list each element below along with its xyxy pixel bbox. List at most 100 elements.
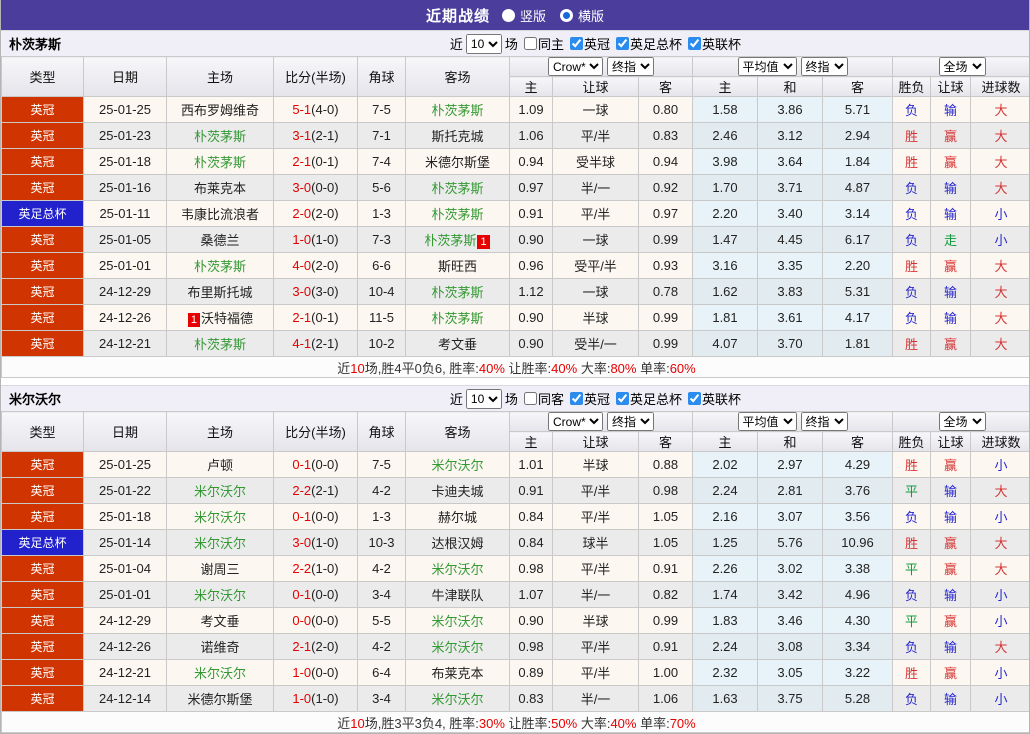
- scope-select[interactable]: 全场: [938, 57, 986, 76]
- competition-checkbox-label[interactable]: 英足总杯: [630, 34, 682, 53]
- avg-away-cell: 3.76: [821, 477, 894, 504]
- corners-cell: 7-1: [357, 122, 406, 149]
- away-team-cell: 朴茨茅斯: [405, 200, 510, 227]
- avg-home-cell: 1.70: [692, 174, 758, 201]
- competition-checkbox-1[interactable]: [615, 37, 629, 50]
- handicap-result-cell: 输: [930, 304, 972, 331]
- summary-segment: 大率:: [577, 715, 611, 731]
- away-team-name: 朴茨茅斯: [431, 311, 484, 326]
- competition-checkbox-0[interactable]: [569, 392, 583, 405]
- handicap-result-cell: 赢: [930, 148, 972, 175]
- score-cell: 1-0(0-0): [273, 659, 358, 686]
- scope-select[interactable]: 全场: [938, 412, 986, 431]
- avg-odds-select[interactable]: 平均值: [737, 412, 797, 431]
- fulltime-score: 2-1: [292, 154, 312, 169]
- recent-results-page: 近期战绩 竖版 横版 朴茨茅斯近 10 场同主 英冠 英足总杯 英联杯 类型 日期 主场 比分(半场…: [0, 0, 1030, 734]
- result-cell: 平: [892, 555, 932, 582]
- odds-away-cell: 0.97: [638, 200, 693, 227]
- odds-source-header: Crow* 终指: [509, 411, 693, 432]
- odds-away-cell: 0.91: [638, 555, 693, 582]
- avg-away-cell: 5.28: [821, 685, 894, 712]
- handicap-cell: 一球: [552, 226, 639, 253]
- handicap-result-cell: 输: [930, 278, 972, 305]
- corners-cell: 10-4: [357, 278, 406, 305]
- competition-checkbox-0[interactable]: [569, 37, 583, 50]
- radio-icon[interactable]: [501, 8, 515, 22]
- odds-away-cell: 0.98: [638, 477, 693, 504]
- avg-home-cell: 2.20: [692, 200, 758, 227]
- same-venue-checkbox[interactable]: [523, 392, 537, 405]
- avg-draw-cell: 3.71: [757, 174, 823, 201]
- odds-away-cell: 1.00: [638, 659, 693, 686]
- home-team-cell: 布里斯托城: [166, 278, 274, 305]
- summary-segment: 场,胜3平3负4, 胜率:: [364, 715, 479, 731]
- same-venue-label[interactable]: 同客: [538, 389, 564, 408]
- competition-checkbox-label[interactable]: 英冠: [584, 34, 610, 53]
- avg-final-select[interactable]: 终指: [800, 412, 848, 431]
- competition-badge: 英冠: [1, 451, 84, 478]
- layout-radio-horizontal[interactable]: 横版: [560, 6, 604, 25]
- handicap-cell: 平/半: [552, 555, 639, 582]
- avg-away-cell: 4.29: [821, 451, 894, 478]
- handicap-cell: 平/半: [552, 122, 639, 149]
- match-row: 英冠 25-01-22 米尔沃尔 2-2(2-1) 4-2 卡迪夫城 0.91 平/半 0.98…: [1, 477, 1029, 504]
- avg-away-cell: 4.17: [821, 304, 894, 331]
- handicap-cell: 一球: [552, 96, 639, 123]
- odds-source-select[interactable]: Crow*: [548, 412, 603, 431]
- avg-odds-select[interactable]: 平均值: [737, 57, 797, 76]
- score-cell: 4-0(2-0): [273, 252, 358, 279]
- competition-checkbox-2[interactable]: [687, 37, 701, 50]
- competition-checkbox-label[interactable]: 英冠: [584, 389, 610, 408]
- layout-radio-group: 竖版 横版: [501, 6, 604, 25]
- odds-home-cell: 0.97: [509, 174, 553, 201]
- summary-segment: 近: [337, 715, 351, 731]
- odds-source-select[interactable]: Crow*: [548, 57, 603, 76]
- halftime-score: (2-0): [311, 258, 339, 273]
- competition-badge: 英冠: [1, 330, 84, 357]
- avg-away-cell: 3.14: [821, 200, 894, 227]
- result-cell: 平: [892, 477, 932, 504]
- odds-home-cell: 1.06: [509, 122, 553, 149]
- corners-cell: 7-4: [357, 148, 406, 175]
- competition-badge: 英足总杯: [1, 200, 84, 227]
- odds-away-cell: 1.05: [638, 503, 693, 530]
- summary-segment: 40%: [551, 360, 578, 376]
- avg-final-select[interactable]: 终指: [800, 57, 848, 76]
- recent-count-select[interactable]: 10: [465, 388, 502, 409]
- odds-final-select[interactable]: 终指: [607, 57, 654, 76]
- away-team-cell: 斯托克城: [405, 122, 510, 149]
- goals-result-cell: 大: [970, 174, 1029, 201]
- result-cell: 负: [892, 226, 932, 253]
- competition-checkbox-label[interactable]: 英联杯: [702, 389, 741, 408]
- odds-away-cell: 0.83: [638, 122, 693, 149]
- home-team-cell: 米尔沃尔: [166, 503, 274, 530]
- result-cell: 胜: [892, 659, 932, 686]
- competition-checkbox-2[interactable]: [687, 392, 701, 405]
- same-venue-label[interactable]: 同主: [538, 34, 564, 53]
- match-row: 英冠 25-01-01 米尔沃尔 0-1(0-0) 3-4 牛津联队 1.07 半/一 0.82…: [1, 581, 1029, 608]
- competition-checkbox-label[interactable]: 英联杯: [702, 34, 741, 53]
- avg-away-cell: 2.94: [821, 122, 894, 149]
- away-team-name: 斯托克城: [431, 129, 484, 144]
- corners-cell: 7-5: [357, 96, 406, 123]
- score-cell: 5-1(4-0): [273, 96, 358, 123]
- layout-radio-vertical[interactable]: 竖版: [501, 6, 546, 25]
- match-row: 英冠 24-12-21 米尔沃尔 1-0(0-0) 6-4 布莱克本 0.89 平/半 1.00…: [1, 659, 1029, 686]
- radio-icon[interactable]: [560, 8, 573, 22]
- score-cell: 1-0(1-0): [273, 685, 358, 712]
- odds-final-select[interactable]: 终指: [607, 412, 654, 431]
- recent-count-select[interactable]: 10: [465, 33, 502, 54]
- match-date: 24-12-26: [83, 304, 167, 331]
- competition-checkbox-1[interactable]: [615, 392, 629, 405]
- home-team-cell: 朴茨茅斯: [166, 122, 274, 149]
- competition-badge: 英冠: [1, 174, 84, 201]
- team-bar: 朴茨茅斯 近 10 场 同主 英冠 英足总杯 英联杯: [1, 30, 1029, 56]
- match-date: 24-12-29: [83, 607, 167, 634]
- away-team-cell: 达根汉姆: [405, 529, 510, 556]
- same-venue-checkbox[interactable]: [523, 37, 537, 50]
- fulltime-score: 4-0: [292, 258, 312, 273]
- handicap-cell: 一球: [552, 278, 639, 305]
- competition-checkbox-label[interactable]: 英足总杯: [630, 389, 682, 408]
- competition-badge: 英冠: [1, 633, 84, 660]
- goals-result-cell: 大: [970, 633, 1029, 660]
